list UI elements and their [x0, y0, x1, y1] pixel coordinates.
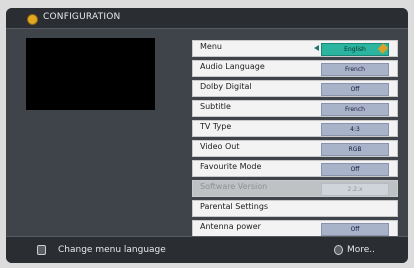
- menu-row-label: Parental Settings: [200, 202, 269, 211]
- tv-config-screen: CONFIGURATION Menu English Audio Languag…: [6, 8, 408, 263]
- menu-row-menu-language[interactable]: Menu English: [192, 40, 398, 57]
- menu-row-value[interactable]: 4:3: [321, 123, 389, 136]
- menu-row-label: Software Version: [200, 182, 268, 191]
- menu-row-software-version: Software Version 2.2.x: [192, 180, 398, 197]
- menu-row-label: Favourite Mode: [200, 162, 262, 171]
- menu-row-value[interactable]: Off: [321, 83, 389, 96]
- menu-row-label: Antenna power: [200, 222, 261, 231]
- menu-row-value[interactable]: French: [321, 103, 389, 116]
- header-bar: CONFIGURATION: [6, 8, 408, 29]
- menu-row-label: Dolby Digital: [200, 82, 252, 91]
- footer-bar: Change menu language More..: [6, 236, 408, 263]
- more-button[interactable]: More..: [347, 245, 375, 255]
- menu-row-audio-language[interactable]: Audio Language French: [192, 60, 398, 77]
- video-preview: [26, 38, 155, 110]
- menu-row-value[interactable]: Off: [321, 223, 389, 236]
- page-title: CONFIGURATION: [43, 12, 121, 22]
- menu-row-value[interactable]: Off: [321, 163, 389, 176]
- menu-row-video-out[interactable]: Video Out RGB: [192, 140, 398, 157]
- arrow-left-icon[interactable]: [314, 45, 319, 51]
- menu-row-value[interactable]: French: [321, 63, 389, 76]
- menu-row-subtitle[interactable]: Subtitle French: [192, 100, 398, 117]
- menu-row-dolby-digital[interactable]: Dolby Digital Off: [192, 80, 398, 97]
- config-icon: [27, 14, 38, 25]
- menu-row-label: TV Type: [200, 122, 232, 131]
- footer-hint: Change menu language: [58, 245, 166, 255]
- menu-row-label: Menu: [200, 42, 222, 51]
- menu-row-label: Audio Language: [200, 62, 265, 71]
- menu-row-tv-type[interactable]: TV Type 4:3: [192, 120, 398, 137]
- menu-row-value: 2.2.x: [321, 183, 389, 196]
- info-button-icon: [334, 245, 343, 255]
- menu-row-value[interactable]: RGB: [321, 143, 389, 156]
- remote-button-icon: [37, 245, 46, 255]
- config-menu: Menu English Audio Language French Dolby…: [192, 40, 398, 240]
- menu-row-label: Video Out: [200, 142, 240, 151]
- menu-row-label: Subtitle: [200, 102, 231, 111]
- menu-row-antenna-power[interactable]: Antenna power Off: [192, 220, 398, 237]
- menu-row-parental-settings[interactable]: Parental Settings: [192, 200, 398, 217]
- menu-row-favourite-mode[interactable]: Favourite Mode Off: [192, 160, 398, 177]
